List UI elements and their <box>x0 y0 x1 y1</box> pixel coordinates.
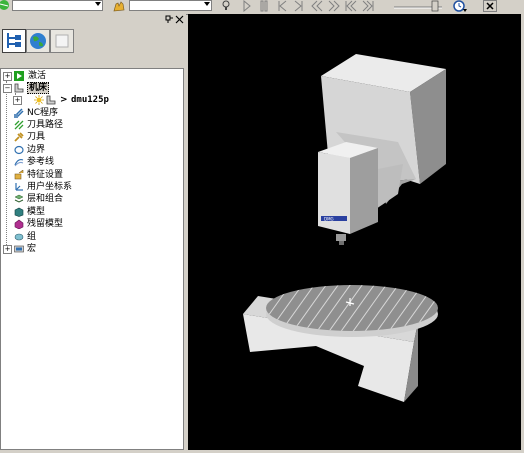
tree-item-label: 特征设置 <box>27 170 64 180</box>
slider-icon[interactable] <box>392 0 444 12</box>
blank-tab[interactable] <box>50 29 74 53</box>
tree-item-macros[interactable]: + 宏 <box>1 243 181 255</box>
machine-simulation-view: DMG <box>243 54 446 402</box>
explorer-tree: + 激活 − 机床 + > dmu125p NC程序 刀具路径 刀具 边界 参考… <box>0 68 184 450</box>
spindle-head: DMG <box>318 142 378 245</box>
tree-item-activate[interactable]: + 激活 <box>1 70 181 82</box>
tree-item-models[interactable]: 模型 <box>1 206 181 218</box>
boundary-icon <box>14 145 24 155</box>
rewind-icon[interactable] <box>311 0 323 12</box>
tool-combo[interactable] <box>129 0 212 11</box>
tree-item-stock-models[interactable]: 残留模型 <box>1 218 181 230</box>
tree-item-toolpaths[interactable]: 刀具路径 <box>1 119 181 131</box>
tree-item-label: 宏 <box>27 244 37 254</box>
tree-item-groups[interactable]: 组 <box>1 231 181 243</box>
toolpath-combo[interactable] <box>12 0 103 11</box>
explorer-panel: + 激活 − 机床 + > dmu125p NC程序 刀具路径 刀具 边界 参考… <box>0 14 186 450</box>
tool-icon <box>14 132 24 142</box>
machine-icon <box>14 83 24 93</box>
play-icon[interactable] <box>243 0 251 12</box>
tree-item-label: dmu125p <box>71 95 109 105</box>
tree-item-label: 刀具 <box>27 132 46 142</box>
tree-item-label: 模型 <box>27 207 46 217</box>
expand-icon[interactable]: + <box>3 72 12 81</box>
lightbulb-icon[interactable] <box>221 0 231 12</box>
pause-icon[interactable] <box>260 0 268 12</box>
explorer-tab-icon <box>7 33 21 48</box>
workplane-icon <box>15 183 23 191</box>
tree-item-label: 参考线 <box>27 157 55 167</box>
panel-close-icon[interactable] <box>175 15 184 24</box>
chevron-down-icon[interactable] <box>204 2 210 6</box>
spindle-brand-label: DMG <box>324 217 334 222</box>
expand-icon[interactable]: + <box>13 96 22 105</box>
tree-item-boundaries[interactable]: 边界 <box>1 144 181 156</box>
panel-header <box>0 14 186 26</box>
tree-item-label: 刀具路径 <box>27 120 64 130</box>
tree-item-label: 用户坐标系 <box>27 182 73 192</box>
machine-model-icon <box>46 95 56 105</box>
arrow-right-icon: > <box>60 95 68 105</box>
group-icon <box>14 233 24 241</box>
tree-item-label: 机床 <box>27 82 50 94</box>
3d-viewport[interactable]: DMG <box>188 14 521 450</box>
tree-item-label: NC程序 <box>27 108 59 118</box>
model-icon <box>14 207 24 217</box>
clock-icon[interactable] <box>452 0 468 12</box>
tree-item-feature-sets[interactable]: 特征设置 <box>1 169 181 181</box>
tree-item-machine[interactable]: − 机床 <box>1 82 181 94</box>
fast-forward-icon[interactable] <box>328 0 340 12</box>
tree-item-layers[interactable]: 层和组合 <box>1 193 181 205</box>
blank-page-icon <box>55 34 69 48</box>
tree-item-reference-lines[interactable]: 参考线 <box>1 156 181 168</box>
to-start-icon[interactable] <box>345 0 357 12</box>
activate-icon <box>14 71 24 81</box>
expand-icon[interactable]: + <box>3 245 12 254</box>
stock-model-icon <box>14 219 24 229</box>
green-circle-icon[interactable] <box>0 0 10 12</box>
close-icon[interactable] <box>483 0 497 12</box>
tree-item-label: 残留模型 <box>27 219 64 229</box>
macro-icon <box>14 245 24 253</box>
tree-item-dmu125p[interactable]: + > dmu125p <box>1 94 181 106</box>
explorer-tab[interactable] <box>2 29 26 53</box>
to-end-icon[interactable] <box>362 0 374 12</box>
chevron-down-icon[interactable] <box>95 2 101 6</box>
tree-item-workplanes[interactable]: 用户坐标系 <box>1 181 181 193</box>
globe-tab[interactable] <box>26 29 50 53</box>
tree-item-tools[interactable]: 刀具 <box>1 131 181 143</box>
light-icon <box>34 95 44 105</box>
reference-line-icon <box>14 158 24 167</box>
feature-set-icon <box>14 170 24 180</box>
tree-item-label: 激活 <box>28 71 47 81</box>
step-back-icon[interactable] <box>277 0 287 12</box>
tree-item-nc-program[interactable]: NC程序 <box>1 107 181 119</box>
pin-icon[interactable] <box>165 15 174 24</box>
step-forward-icon[interactable] <box>294 0 304 12</box>
panel-tabs <box>0 26 186 68</box>
globe-icon <box>30 33 46 49</box>
hand-tool-icon[interactable] <box>112 0 126 12</box>
tree-item-label: 边界 <box>27 145 46 155</box>
layers-icon <box>14 194 24 203</box>
tree-item-label: 层和组合 <box>27 194 64 204</box>
toolpath-icon <box>14 120 24 130</box>
tree-item-label: 组 <box>27 232 37 242</box>
top-toolbar <box>0 0 524 15</box>
nc-program-icon <box>14 108 24 118</box>
collapse-icon[interactable]: − <box>3 84 12 93</box>
